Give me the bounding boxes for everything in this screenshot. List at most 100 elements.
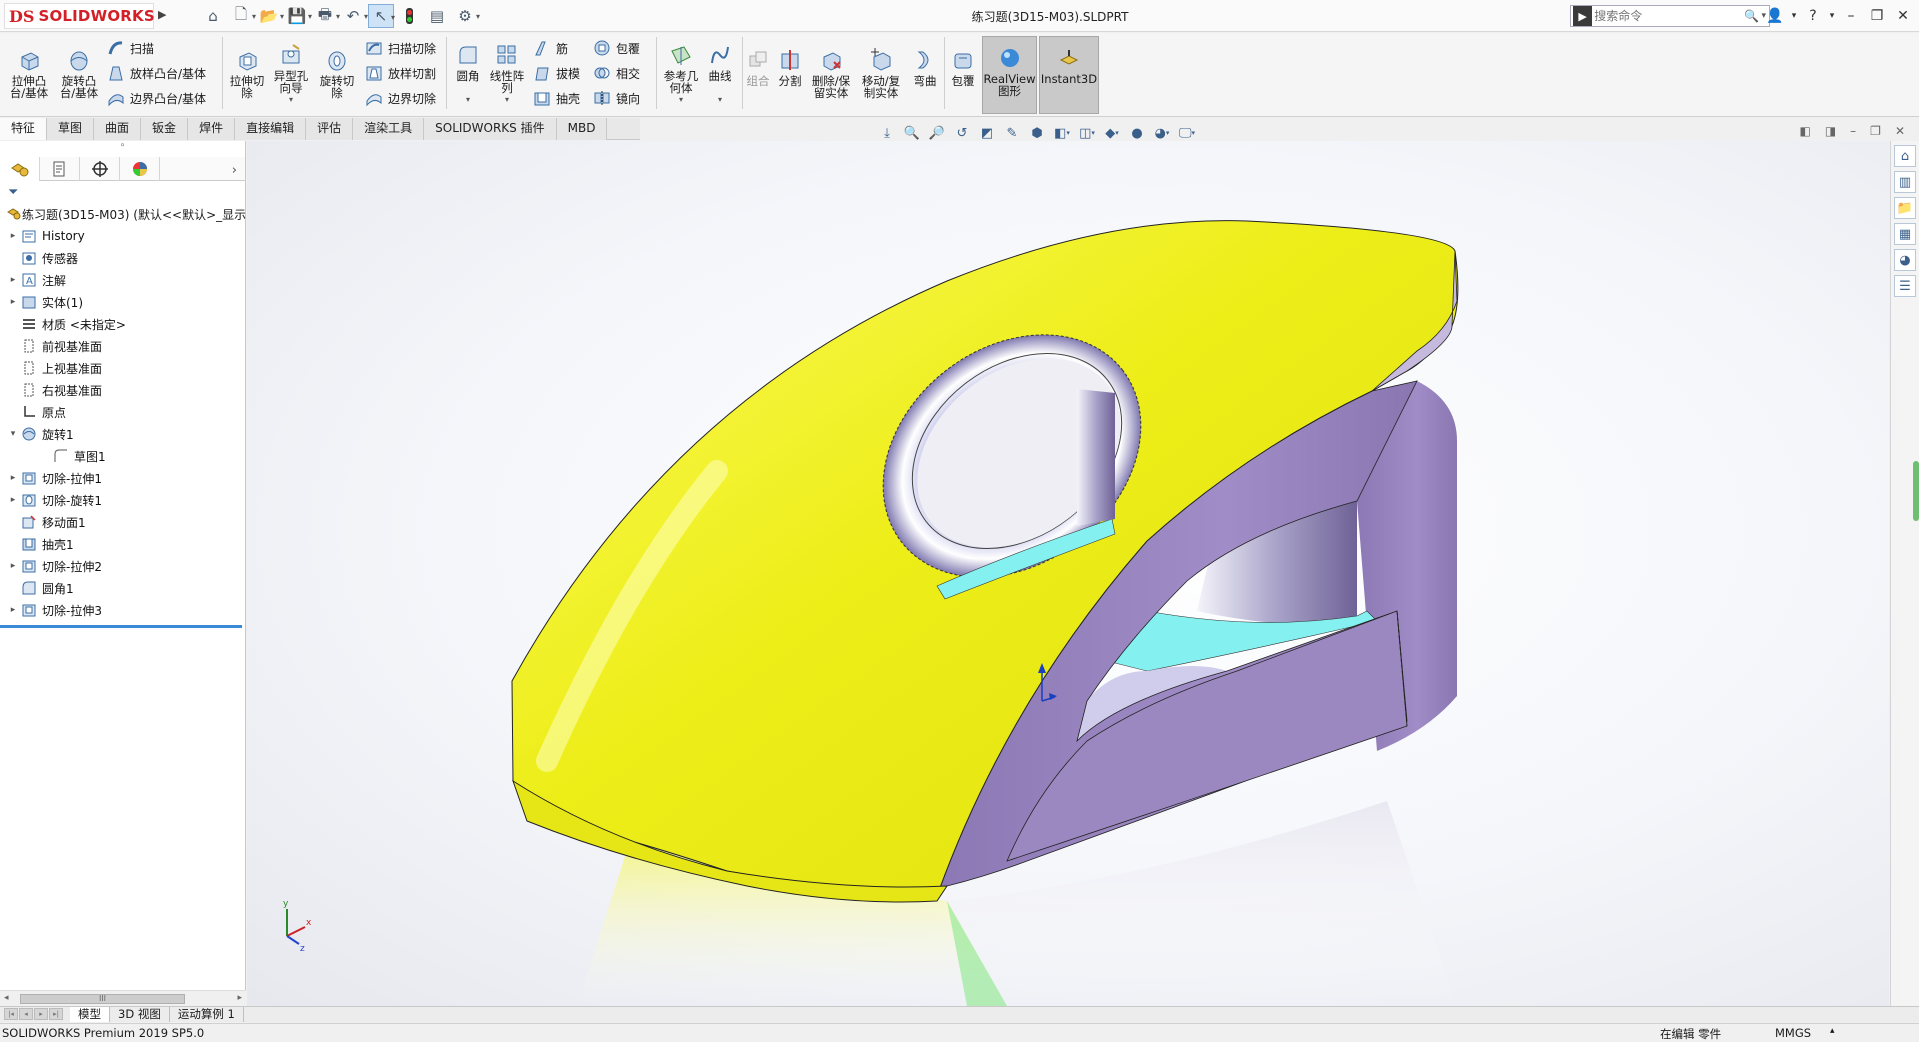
design-library-icon[interactable]: ▥ (1894, 171, 1916, 193)
scroll-left-icon[interactable]: ◂ (4, 993, 9, 1003)
tree-item[interactable]: ▸ 切除-拉伸1 (0, 467, 245, 489)
file-explorer-icon[interactable]: 📁 (1894, 197, 1916, 219)
wrap-button[interactable]: 包覆 (592, 37, 640, 59)
rollback-bar[interactable] (0, 625, 242, 628)
solidworks-resources-icon[interactable]: ⌂ (1894, 145, 1916, 167)
realview-graphics-button[interactable]: RealView 图形 (982, 36, 1037, 114)
tab-3d-views[interactable]: 3D 视图 (110, 1007, 170, 1022)
fillet-button[interactable]: 圆角 ▾ (450, 42, 486, 106)
apply-scene-icon[interactable]: ● (1126, 122, 1148, 144)
property-manager-tab-icon[interactable] (40, 157, 80, 181)
intersect-button[interactable]: 相交 (592, 62, 640, 84)
tree-item[interactable]: 右视基准面 (0, 379, 245, 401)
menu-expand-icon[interactable]: ▶ (158, 8, 168, 24)
previous-view-icon[interactable]: ↺ (951, 122, 973, 144)
first-tab-icon[interactable]: |◂ (4, 1007, 18, 1020)
tab-weldments[interactable]: 焊件 (188, 118, 236, 140)
tree-item[interactable]: 传感器 (0, 247, 245, 269)
home-icon[interactable]: ⌂ (200, 4, 226, 28)
prev-tab-icon[interactable]: ◂ (19, 1007, 33, 1020)
display-manager-tab-icon[interactable] (120, 157, 160, 181)
revolve-cut-button[interactable]: 旋转切除 (316, 47, 358, 99)
loft-button[interactable]: 放样凸台/基体 (106, 62, 206, 84)
tree-toggle-icon[interactable]: ▸ (6, 275, 20, 285)
tab-sheet-metal[interactable]: 钣金 (141, 118, 189, 140)
edit-appearance-icon[interactable]: ◆ ▾ (1101, 122, 1123, 144)
part-model-render[interactable]: y x z (247, 141, 1889, 1006)
display-style-icon[interactable]: ◧ ▾ (1051, 122, 1073, 144)
unit-dropdown-icon[interactable]: ▴ (1830, 1026, 1835, 1036)
tree-toggle-icon[interactable]: ▸ (6, 231, 20, 241)
help-dropdown-icon[interactable]: ▾ (1827, 4, 1837, 28)
tree-item[interactable]: ▸ 实体(1) (0, 291, 245, 313)
view-orientation-icon[interactable]: ⬢ (1026, 122, 1048, 144)
tab-solidworks-addins[interactable]: SOLIDWORKS 插件 (424, 118, 557, 140)
viewport-minimize-icon[interactable]: – (1850, 124, 1856, 138)
new-document-icon[interactable]: 🗋 ▾ (228, 4, 256, 28)
graphics-viewport[interactable]: y x z (247, 141, 1889, 1006)
scroll-right-icon[interactable]: ▸ (237, 993, 242, 1003)
delete-keep-body-button[interactable]: 删除/保 留实体 (808, 47, 854, 99)
tab-evaluate[interactable]: 评估 (306, 118, 354, 140)
command-search-icon[interactable]: ▶ (1573, 6, 1593, 26)
tree-item[interactable]: 草图1 (0, 445, 245, 467)
flex-button[interactable]: 弯曲 (910, 47, 940, 87)
move-copy-body-button[interactable]: 移动/复 制实体 (858, 47, 904, 99)
magnifier-icon[interactable]: 🔍 (1744, 9, 1761, 23)
tab-surfaces[interactable]: 曲面 (94, 118, 142, 140)
zoom-to-area-icon[interactable]: 🔎 (926, 122, 948, 144)
boundary-boss-button[interactable]: 边界凸台/基体 (106, 87, 206, 109)
tree-toggle-icon[interactable]: ▾ (6, 429, 20, 439)
tree-item[interactable]: ▸ 切除-拉伸3 (0, 599, 245, 621)
tab-model[interactable]: 模型 (70, 1007, 110, 1022)
undo-icon[interactable]: ↶ ▾ (340, 4, 368, 28)
hole-wizard-dropdown-icon[interactable]: ▾ (289, 94, 293, 106)
panel-grip-icon[interactable]: ⚬ (0, 141, 245, 157)
tree-toggle-icon[interactable]: ▸ (6, 297, 20, 307)
view-settings-icon[interactable]: ◕ ▾ (1151, 122, 1173, 144)
user-account-icon[interactable]: 👤 (1763, 4, 1787, 28)
restore-icon[interactable]: ❐ (1865, 4, 1889, 28)
next-tab-icon[interactable]: ▸ (34, 1007, 48, 1020)
linear-pattern-button[interactable]: 线性阵列 ▾ (486, 42, 528, 106)
search-command-input[interactable] (1594, 9, 1745, 23)
close-icon[interactable]: ✕ (1891, 4, 1915, 28)
tree-item[interactable]: 上视基准面 (0, 357, 245, 379)
mirror-button[interactable]: 镜向 (592, 87, 640, 109)
tree-item[interactable]: 抽壳1 (0, 533, 245, 555)
zoom-to-fit-icon[interactable]: 🔍 (901, 122, 923, 144)
tree-item[interactable]: ▸ 切除-拉伸2 (0, 555, 245, 577)
tree-item[interactable]: 圆角1 (0, 577, 245, 599)
curves-button[interactable]: 曲线 ▾ (702, 42, 738, 106)
loft-cut-button[interactable]: 放样切割 (364, 62, 436, 84)
extrude-boss-button[interactable]: 拉伸凸 台/基体 (8, 47, 50, 99)
combine-button[interactable]: 组合 (744, 47, 772, 87)
last-tab-icon[interactable]: ▸| (49, 1007, 63, 1020)
task-pane-scroll-handle[interactable] (1913, 461, 1919, 521)
shell-button[interactable]: 抽壳 (532, 87, 580, 109)
tree-filter-icon[interactable]: ⏷ (0, 181, 245, 203)
viewport-restore-icon[interactable]: ❐ (1870, 124, 1881, 138)
viewport-close-icon[interactable]: ✕ (1895, 124, 1905, 138)
revolve-boss-button[interactable]: 旋转凸 台/基体 (58, 47, 100, 99)
file-properties-icon[interactable]: ▤ (424, 4, 450, 28)
curves-dropdown-icon[interactable]: ▾ (718, 94, 722, 106)
section-view-icon[interactable]: ◩ (976, 122, 998, 144)
user-dropdown-icon[interactable]: ▾ (1789, 4, 1799, 28)
display-monitor-icon[interactable]: 🖵 ▾ (1176, 122, 1198, 144)
print-icon[interactable]: 🖶 ▾ (312, 4, 340, 28)
tree-item[interactable]: 移动面1 (0, 511, 245, 533)
tree-item[interactable]: 原点 (0, 401, 245, 423)
wrap-feature-button[interactable]: 包覆 (948, 47, 978, 87)
tab-sketch[interactable]: 草图 (47, 118, 95, 140)
extrude-cut-button[interactable]: 拉伸切除 (226, 47, 268, 99)
tab-render-tools[interactable]: 渲染工具 (353, 118, 425, 140)
tree-item[interactable]: ▸ A 注解 (0, 269, 245, 291)
viewport-previous-icon[interactable]: ◧ (1799, 124, 1810, 138)
sweep-cut-button[interactable]: 扫描切除 (364, 37, 436, 59)
tree-root-part[interactable]: 练习题(3D15-M03) (默认<<默认>_显示 (0, 203, 245, 225)
sweep-button[interactable]: 扫描 (106, 37, 154, 59)
scroll-thumb[interactable]: III (20, 994, 185, 1004)
view-orientation-arrow-icon[interactable]: ⤓ (876, 122, 898, 144)
tree-horizontal-scrollbar[interactable]: ◂ III ▸ (0, 990, 246, 1006)
